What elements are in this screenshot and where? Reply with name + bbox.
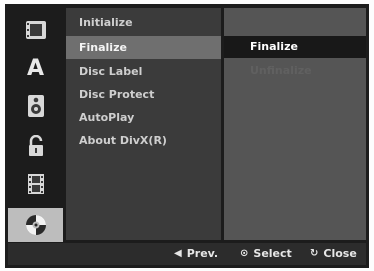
lock-icon[interactable] bbox=[8, 130, 63, 162]
submenu-option-unfinalize: Unfinalize bbox=[224, 60, 366, 82]
left-arrow-icon: ◀ bbox=[174, 248, 182, 259]
osd-screen: A Initialize Finalize Disc Label Disc Pr… bbox=[0, 0, 374, 271]
prev-hint[interactable]: ◀ Prev. bbox=[174, 243, 218, 265]
language-glyph: A bbox=[26, 55, 45, 81]
menu-item-about-divx[interactable]: About DivX(R) bbox=[66, 129, 221, 152]
submenu-option-finalize[interactable]: Finalize bbox=[224, 36, 366, 58]
select-hint-label: Select bbox=[253, 247, 292, 260]
button-hint-bar: ◀ Prev. ⊙ Select ↻ Close bbox=[8, 243, 366, 265]
return-icon: ↻ bbox=[310, 248, 319, 259]
menu-item-disc-label[interactable]: Disc Label bbox=[66, 60, 221, 83]
menu-item-label: About DivX(R) bbox=[79, 134, 167, 147]
audio-speaker-icon[interactable] bbox=[8, 90, 63, 122]
finalize-submenu: Finalize Unfinalize bbox=[224, 8, 366, 240]
film-strip-icon[interactable] bbox=[8, 168, 63, 200]
category-icon-column: A bbox=[8, 8, 63, 240]
disc-icon[interactable] bbox=[8, 208, 63, 242]
prev-hint-label: Prev. bbox=[186, 247, 219, 260]
menu-item-label: AutoPlay bbox=[79, 111, 135, 124]
enter-button-icon: ⊙ bbox=[240, 248, 249, 259]
menu-item-initialize[interactable]: Initialize bbox=[66, 11, 221, 34]
submenu-option-label: Unfinalize bbox=[250, 64, 312, 77]
select-hint[interactable]: ⊙ Select bbox=[240, 243, 292, 265]
menu-item-label: Disc Protect bbox=[79, 88, 155, 101]
disc-menu-list: Initialize Finalize Disc Label Disc Prot… bbox=[66, 8, 221, 240]
language-icon[interactable]: A bbox=[8, 52, 63, 84]
menu-item-label: Disc Label bbox=[79, 65, 143, 78]
close-hint[interactable]: ↻ Close bbox=[310, 243, 357, 265]
close-hint-label: Close bbox=[323, 247, 357, 260]
menu-item-finalize[interactable]: Finalize bbox=[66, 36, 221, 59]
menu-item-label: Initialize bbox=[79, 16, 133, 29]
menu-item-disc-protect[interactable]: Disc Protect bbox=[66, 83, 221, 106]
menu-item-label: Finalize bbox=[79, 41, 127, 54]
menu-item-autoplay[interactable]: AutoPlay bbox=[66, 106, 221, 129]
submenu-option-label: Finalize bbox=[250, 40, 298, 53]
movie-icon[interactable] bbox=[8, 14, 63, 46]
